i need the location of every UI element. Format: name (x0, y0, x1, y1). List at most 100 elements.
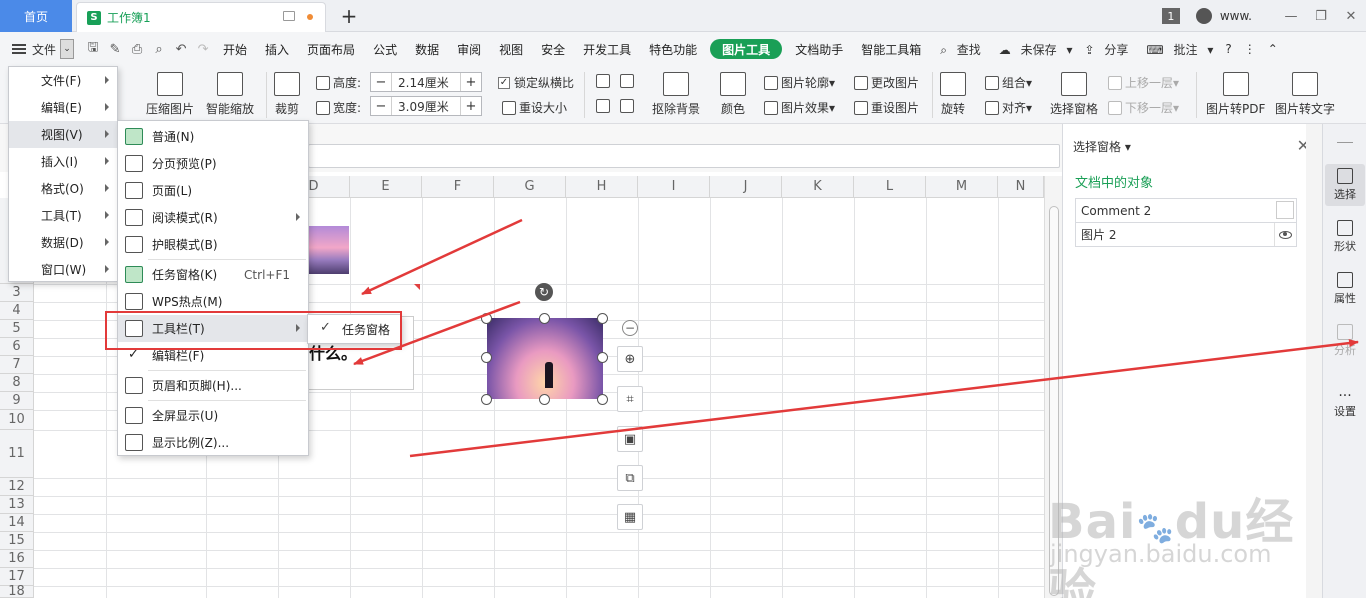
height-increase-button[interactable]: + (461, 73, 481, 91)
row-header-3[interactable]: 3 (0, 284, 34, 302)
picture-effect-button[interactable]: 图片效果 ▾ (764, 99, 835, 116)
menu-item-insert[interactable]: 插入(I) (9, 148, 117, 175)
width-stepper[interactable]: − 3.09厘米 + (370, 96, 482, 116)
change-picture-button[interactable]: 更改图片 (854, 74, 919, 91)
thumbnail-image[interactable] (306, 226, 349, 274)
width-increase-button[interactable]: + (461, 97, 481, 115)
minimize-icon[interactable]: — (1276, 9, 1306, 24)
rotate-handle-icon[interactable]: ↻ (535, 283, 553, 301)
row-header-8[interactable]: 8 (0, 374, 34, 392)
visibility-toggle[interactable] (1276, 201, 1294, 219)
crop-button[interactable]: 裁剪 (274, 72, 300, 117)
brightness-up-icon[interactable] (596, 74, 613, 88)
pane-title[interactable]: 选择窗格 ▾ (1073, 138, 1131, 155)
sidebar-item-shape[interactable]: 形状 (1325, 220, 1365, 254)
home-tab[interactable]: 首页 (0, 0, 72, 32)
monitor-icon[interactable] (283, 11, 295, 21)
menu-item-edit[interactable]: 编辑(E) (9, 94, 117, 121)
color-button[interactable]: 颜色 (720, 72, 746, 117)
pane-scrollbar[interactable] (1306, 124, 1322, 598)
list-item[interactable]: Comment 2 (1075, 198, 1297, 223)
menu-item-header-footer[interactable]: 页眉和页脚(H)... (118, 372, 308, 399)
tab-page-layout[interactable]: 页面布局 (298, 32, 364, 66)
zoom-in-icon[interactable]: ⊕ (617, 346, 643, 372)
column-header-l[interactable]: L (854, 176, 926, 198)
contrast-icon[interactable] (620, 74, 637, 88)
tab-picture-tools[interactable]: 图片工具 (710, 39, 783, 59)
sidebar-item-properties[interactable]: 属性 (1325, 272, 1365, 306)
sidebar-item-analyze[interactable]: 分析 (1325, 324, 1365, 358)
row-header-13[interactable]: 13 (0, 496, 34, 514)
restore-icon[interactable]: ❐ (1306, 9, 1336, 24)
bring-forward-button[interactable]: 上移一层 ▾ (1108, 74, 1179, 91)
unsaved-button[interactable]: ☁ 未保存 ▾ (993, 41, 1079, 58)
selected-picture[interactable] (487, 318, 603, 399)
picture-settings-icon[interactable]: ▦ (617, 504, 643, 530)
contrast-down-icon[interactable] (620, 99, 637, 113)
sidebar-item-select[interactable]: 选择 (1325, 164, 1365, 206)
width-input[interactable]: 3.09厘米 (391, 97, 461, 115)
column-header-h[interactable]: H (566, 176, 638, 198)
file-menu-button[interactable]: 文件 ⌄ (12, 39, 82, 59)
send-backward-button[interactable]: 下移一层 ▾ (1108, 99, 1179, 116)
collapse-ribbon-icon[interactable]: ⌃ (1262, 42, 1284, 56)
remove-background-button[interactable]: 抠除背景 (652, 72, 700, 117)
picture-outline-button[interactable]: 图片轮廓 ▾ (764, 74, 835, 91)
row-header-7[interactable]: 7 (0, 356, 34, 374)
resize-handle[interactable] (539, 313, 550, 324)
tab-developer[interactable]: 开发工具 (574, 32, 640, 66)
menu-item-zoom[interactable]: 显示比例(Z)... (118, 429, 308, 456)
picture-to-text-button[interactable]: 图片转文字 (1275, 72, 1335, 117)
row-header-4[interactable]: 4 (0, 302, 34, 320)
more-icon[interactable]: ⋮ (1238, 42, 1262, 56)
lock-ratio-checkbox[interactable]: ✓ 锁定纵横比 (498, 74, 574, 91)
column-header-g[interactable]: G (494, 176, 566, 198)
row-header-6[interactable]: 6 (0, 338, 34, 356)
reset-picture-button[interactable]: 重设图片 (854, 99, 919, 116)
print-preview-icon[interactable]: ⌕ (148, 38, 170, 60)
height-stepper[interactable]: − 2.14厘米 + (370, 72, 482, 92)
new-tab-plus-icon[interactable]: + (338, 4, 360, 28)
tab-insert[interactable]: 插入 (256, 32, 298, 66)
list-item[interactable]: 图片 2 (1075, 222, 1297, 247)
save-icon[interactable]: 🖫 (82, 38, 104, 60)
menu-item-fullscreen[interactable]: 全屏显示(U) (118, 402, 308, 429)
resize-handle[interactable] (481, 352, 492, 363)
menu-item-reading-mode[interactable]: 阅读模式(R) (118, 204, 308, 231)
annotate-button[interactable]: ⌨ 批注 ▾ (1140, 41, 1219, 58)
column-header-j[interactable]: J (710, 176, 782, 198)
crop-tool-icon[interactable]: ⌗ (617, 386, 643, 412)
width-decrease-button[interactable]: − (371, 97, 391, 115)
help-icon[interactable]: ? (1219, 42, 1237, 56)
compress-picture-button[interactable]: 压缩图片 (146, 72, 194, 117)
formula-input[interactable] (308, 144, 1060, 168)
resize-handle[interactable] (481, 394, 492, 405)
tab-smart-toolbox[interactable]: 智能工具箱 (852, 32, 930, 66)
row-header-5[interactable]: 5 (0, 320, 34, 338)
tab-security[interactable]: 安全 (532, 32, 574, 66)
tab-review[interactable]: 审阅 (448, 32, 490, 66)
scrollbar-thumb[interactable] (1049, 206, 1059, 596)
column-header-e[interactable]: E (350, 176, 422, 198)
menu-item-normal[interactable]: 普通(N) (118, 123, 308, 150)
close-icon[interactable]: ✕ (1336, 9, 1366, 24)
resize-handle[interactable] (597, 313, 608, 324)
resize-handle[interactable] (481, 313, 492, 324)
format-painter-icon[interactable]: ✎ (104, 38, 126, 60)
column-header-i[interactable]: I (638, 176, 710, 198)
menu-item-tools[interactable]: 工具(T) (9, 202, 117, 229)
menu-item-format[interactable]: 格式(O) (9, 175, 117, 202)
resize-handle[interactable] (597, 352, 608, 363)
column-header-k[interactable]: K (782, 176, 854, 198)
rotate-button[interactable]: 旋转 (940, 72, 966, 117)
menu-item-view[interactable]: 视图(V) (9, 121, 117, 148)
brightness-down-icon[interactable] (596, 99, 613, 113)
undo-icon[interactable]: ↶ (170, 38, 192, 60)
resize-handle[interactable] (539, 394, 550, 405)
tab-data[interactable]: 数据 (406, 32, 448, 66)
selection-pane-button[interactable]: 选择窗格 (1050, 72, 1098, 117)
tab-formulas[interactable]: 公式 (364, 32, 406, 66)
chevron-down-icon[interactable]: ⌄ (60, 39, 75, 59)
row-header-11[interactable]: 11 (0, 430, 34, 478)
menu-item-data[interactable]: 数据(D) (9, 229, 117, 256)
